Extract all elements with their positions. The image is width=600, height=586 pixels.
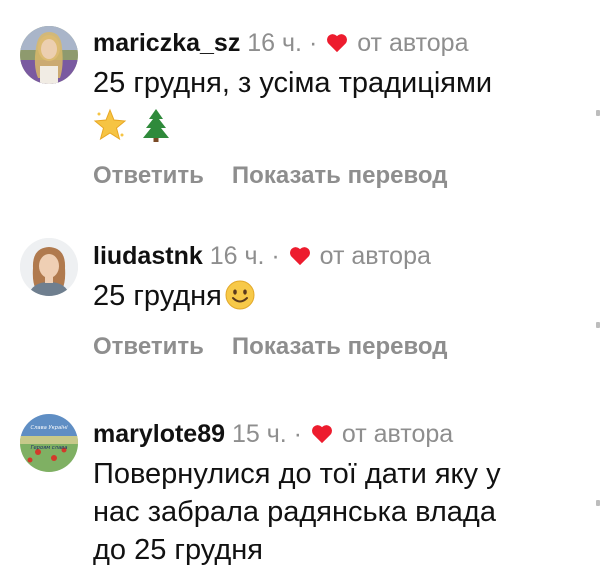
- liked-by-author-label: от автора: [357, 29, 469, 57]
- comment-text: Повернулися до тої дати яку у нас забрал…: [93, 455, 570, 569]
- username[interactable]: mariczka_sz: [93, 29, 240, 57]
- comments-list: mariczka_sz 16 ч. · от автора 25 грудня,…: [0, 0, 600, 586]
- timestamp: 16 ч.: [209, 242, 265, 270]
- comment-content: mariczka_sz 16 ч. · от автора 25 грудня,…: [93, 28, 570, 191]
- comment-meta: marylote89 15 ч. · от автора: [93, 419, 570, 449]
- comment-text: 25 грудня, з усіма традиціями: [93, 64, 570, 145]
- avatar[interactable]: [20, 26, 78, 84]
- reply-button[interactable]: Ответить: [93, 333, 204, 360]
- comment-actions: Ответить Показать перевод: [93, 332, 570, 362]
- separator: ·: [308, 29, 318, 57]
- show-translation-button[interactable]: Показать перевод: [232, 333, 448, 360]
- comment-actions: Ответить Показать перевод: [93, 161, 570, 191]
- show-translation-button[interactable]: Показать перевод: [232, 162, 448, 189]
- emoji-row: [93, 105, 570, 145]
- liked-by-author-label: от автора: [319, 242, 431, 270]
- avatar-image: [20, 238, 78, 296]
- heart-icon: [327, 34, 348, 53]
- avatar-text-bottom: Героям слава: [31, 445, 68, 451]
- comment-text-line: нас забрала радянська влада: [93, 496, 496, 528]
- comment-content: marylote89 15 ч. · от автора Повернулися…: [93, 419, 570, 569]
- comment-meta: mariczka_sz 16 ч. · от автора: [93, 28, 570, 58]
- username[interactable]: liudastnk: [93, 242, 203, 270]
- reply-button[interactable]: Ответить: [93, 162, 204, 189]
- timestamp: 15 ч.: [231, 420, 287, 448]
- avatar[interactable]: [20, 238, 78, 296]
- comment-content: liudastnk 16 ч. · от автора 25 грудня От…: [93, 241, 570, 362]
- christmas-tree-emoji: [143, 109, 170, 143]
- comment-text: 25 грудня: [93, 277, 570, 316]
- heart-icon: [311, 425, 332, 444]
- avatar-text-top: Слава Україні: [30, 425, 68, 431]
- smiley-emoji: [225, 280, 255, 310]
- scroll-indicator: [596, 110, 600, 116]
- username[interactable]: marylote89: [93, 420, 225, 448]
- comment-text-line: 25 грудня, з усіма традиціями: [93, 67, 493, 99]
- comment-meta: liudastnk 16 ч. · от автора: [93, 241, 570, 271]
- comment-text-line: до 25 грудня: [93, 534, 263, 566]
- scroll-indicator: [596, 322, 600, 328]
- comment-text-line: 25 грудня: [93, 280, 222, 312]
- liked-by-author-label: от автора: [341, 420, 454, 448]
- avatar-image: [20, 26, 78, 84]
- separator: ·: [271, 242, 280, 270]
- scroll-indicator: [596, 500, 600, 506]
- comment-text-line: Повернулися до тої дати яку у: [93, 458, 501, 490]
- heart-icon: [289, 247, 310, 266]
- timestamp: 16 ч.: [247, 29, 303, 57]
- avatar-image: Слава Україні Героям слава: [20, 414, 78, 472]
- star-emoji: [93, 108, 127, 141]
- separator: ·: [293, 420, 302, 448]
- avatar[interactable]: Слава Україні Героям слава: [20, 414, 78, 472]
